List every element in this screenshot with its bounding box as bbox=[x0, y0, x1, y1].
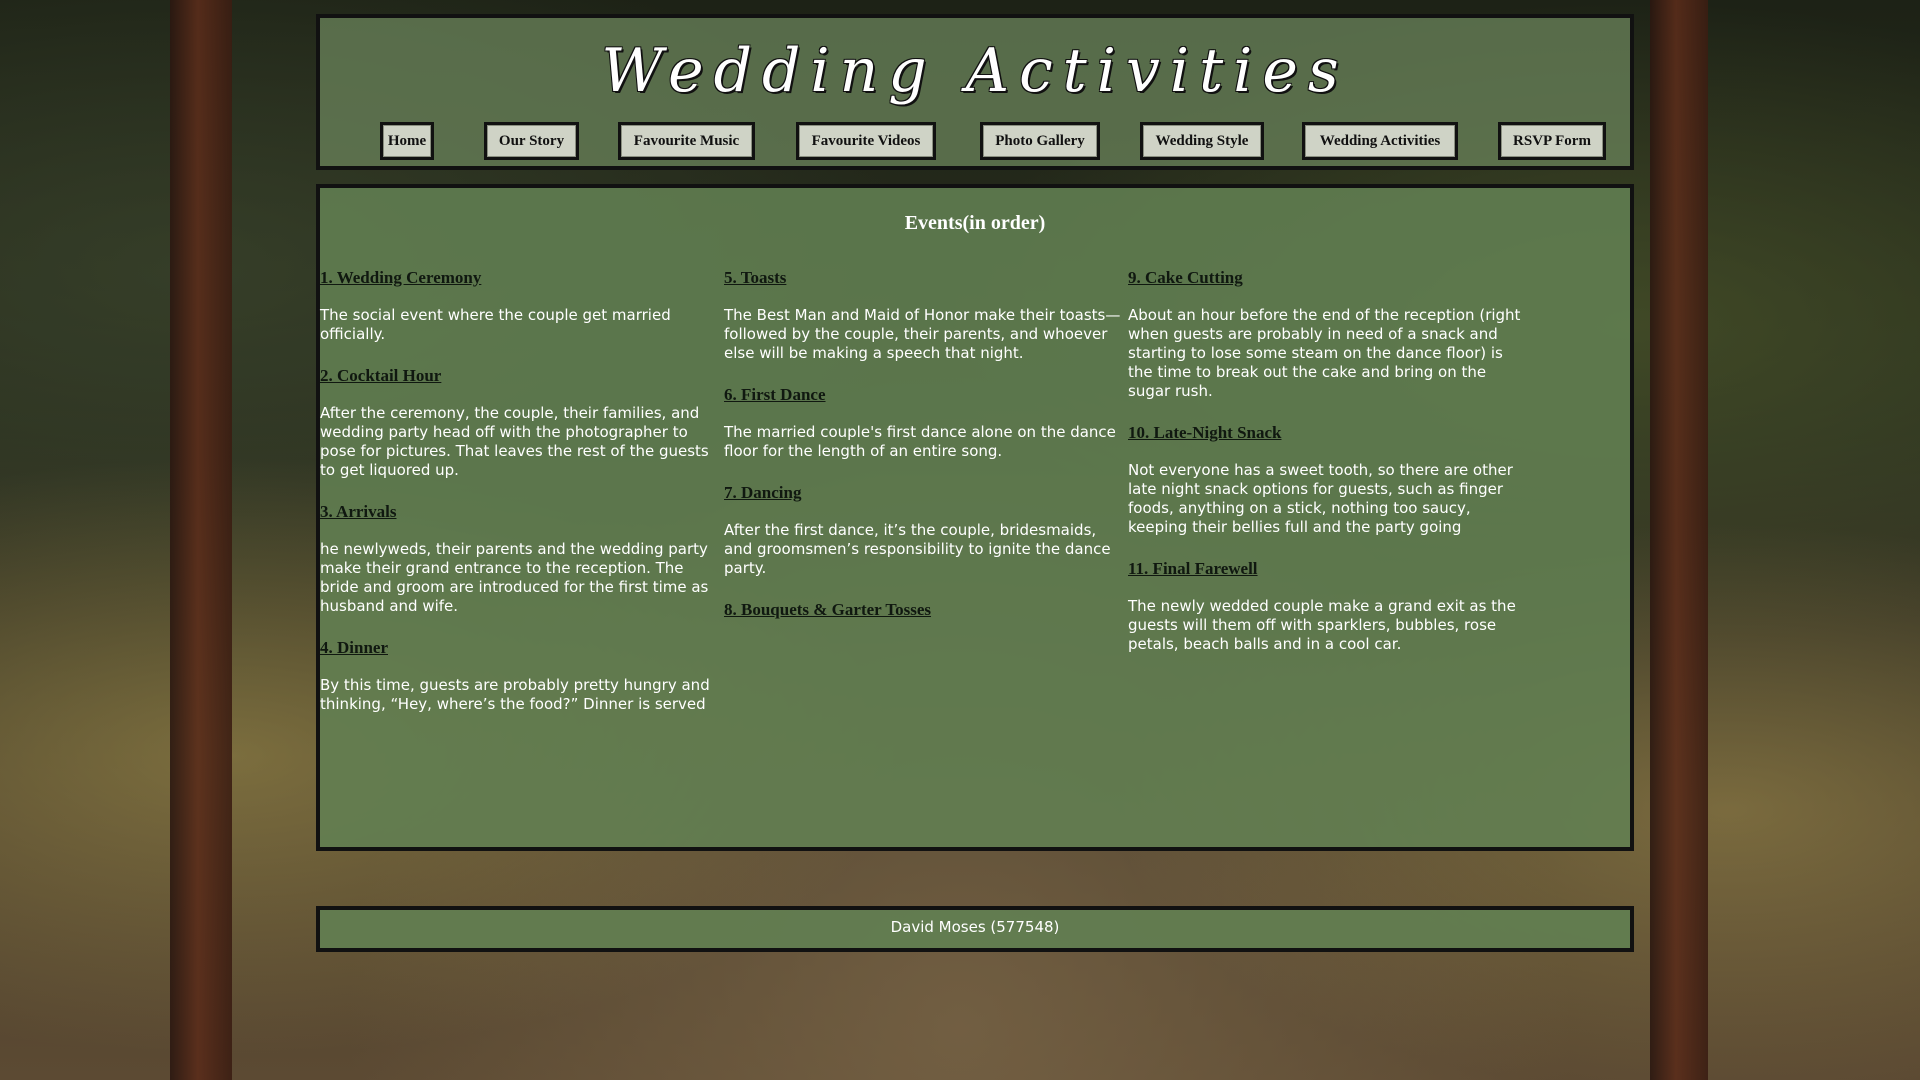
background-tree-trunk-left bbox=[170, 0, 232, 1080]
event-description: After the first dance, it’s the couple, … bbox=[724, 521, 1111, 577]
event-description: Not everyone has a sweet tooth, so there… bbox=[1128, 461, 1513, 536]
event-description: he newlyweds, their parents and the wedd… bbox=[320, 540, 709, 615]
events-column-2: 5. Toasts The Best Man and Maid of Honor… bbox=[724, 268, 1126, 620]
nav-photo-gallery-button[interactable]: Photo Gallery bbox=[980, 122, 1100, 160]
nav-home-button[interactable]: Home bbox=[380, 122, 434, 160]
event-title: 7. Dancing bbox=[724, 483, 802, 502]
event-description: The newly wedded couple make a grand exi… bbox=[1128, 597, 1516, 653]
event-title: 5. Toasts bbox=[724, 268, 787, 287]
nav-favourite-videos-button[interactable]: Favourite Videos bbox=[796, 122, 936, 160]
nav-rsvp-form-button[interactable]: RSVP Form bbox=[1498, 122, 1606, 160]
site-header: Wedding Activities Home Our Story Favour… bbox=[316, 14, 1634, 170]
event-title: 10. Late-Night Snack bbox=[1128, 423, 1282, 442]
event-description: After the ceremony, the couple, their fa… bbox=[320, 404, 709, 479]
footer-credit: David Moses (577548) bbox=[890, 918, 1060, 936]
event-title: 11. Final Farewell bbox=[1128, 559, 1258, 578]
nav-favourite-music-button[interactable]: Favourite Music bbox=[618, 122, 755, 160]
events-column-3: 9. Cake Cutting About an hour before the… bbox=[1128, 268, 1530, 676]
nav-wedding-activities-button[interactable]: Wedding Activities bbox=[1302, 122, 1458, 160]
main-nav: Home Our Story Favourite Music Favourite… bbox=[320, 122, 1630, 162]
events-column-1: 1. Wedding Ceremony The social event whe… bbox=[320, 268, 722, 736]
site-footer: David Moses (577548) bbox=[316, 906, 1634, 952]
nav-wedding-style-button[interactable]: Wedding Style bbox=[1140, 122, 1264, 160]
event-title: 8. Bouquets & Garter Tosses bbox=[724, 600, 932, 619]
background-tree-trunk-right bbox=[1650, 0, 1708, 1080]
event-title: 3. Arrivals bbox=[320, 502, 397, 521]
event-title: 4. Dinner bbox=[320, 638, 388, 657]
event-title: 6. First Dance bbox=[724, 385, 826, 404]
event-description: About an hour before the end of the rece… bbox=[1128, 306, 1521, 400]
nav-our-story-button[interactable]: Our Story bbox=[484, 122, 579, 160]
page-title: Wedding Activities bbox=[601, 36, 1349, 106]
event-title: 2. Cocktail Hour bbox=[320, 366, 442, 385]
event-description: By this time, guests are probably pretty… bbox=[320, 676, 710, 713]
events-heading: Events(in order) bbox=[904, 212, 1046, 234]
event-description: The social event where the couple get ma… bbox=[320, 306, 671, 343]
events-panel: Events(in order) 1. Wedding Ceremony The… bbox=[316, 184, 1634, 851]
event-title: 1. Wedding Ceremony bbox=[320, 268, 482, 287]
event-description: The married couple's first dance alone o… bbox=[724, 423, 1116, 460]
event-description: The Best Man and Maid of Honor make thei… bbox=[724, 306, 1121, 362]
event-title: 9. Cake Cutting bbox=[1128, 268, 1243, 287]
